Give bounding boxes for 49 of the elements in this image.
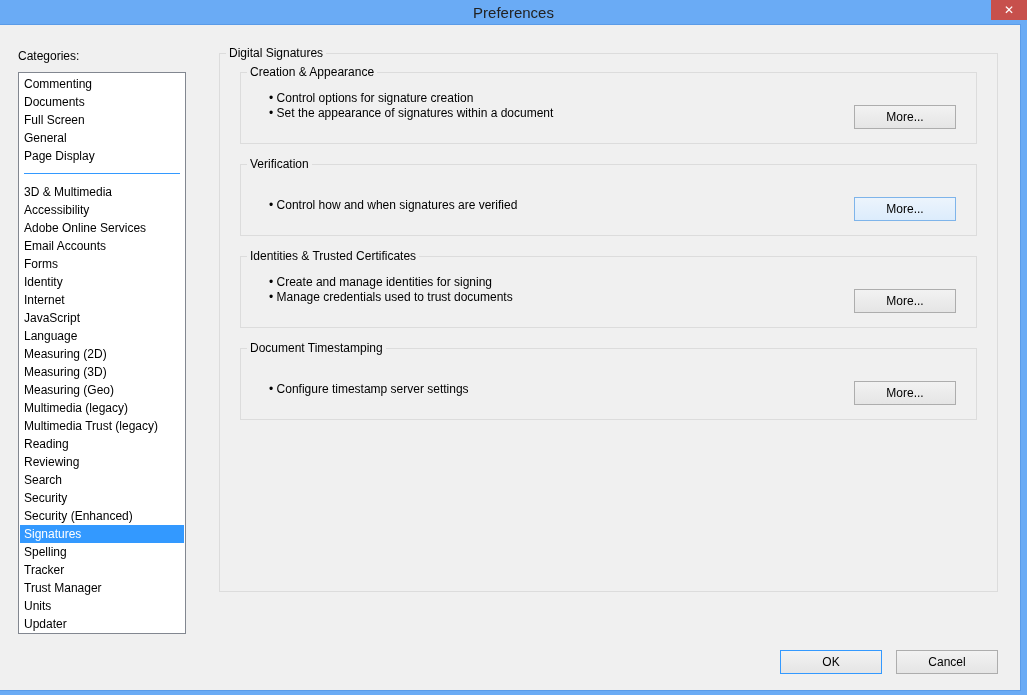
- category-item[interactable]: Trust Manager: [20, 579, 184, 597]
- category-item[interactable]: Reviewing: [20, 453, 184, 471]
- category-item[interactable]: Documents: [20, 93, 184, 111]
- bullet-text: • Configure timestamp server settings: [269, 382, 469, 397]
- category-item[interactable]: Reading: [20, 435, 184, 453]
- category-item[interactable]: Language: [20, 327, 184, 345]
- category-item[interactable]: General: [20, 129, 184, 147]
- window-title: Preferences: [473, 3, 554, 21]
- more-button[interactable]: More...: [854, 105, 956, 129]
- bullet-text: • Control how and when signatures are verified: [269, 198, 518, 213]
- bullet-text: • Manage credentials used to trust documents: [269, 290, 513, 305]
- section-title: Identities & Trusted Certificates: [247, 249, 420, 263]
- category-item[interactable]: Security: [20, 489, 184, 507]
- category-item[interactable]: Measuring (3D): [20, 363, 184, 381]
- section-title: Document Timestamping: [247, 341, 386, 355]
- category-item[interactable]: Multimedia (legacy): [20, 399, 184, 417]
- bullet-text: • Create and manage identities for signing: [269, 275, 493, 290]
- ok-button[interactable]: OK: [780, 650, 882, 674]
- category-item[interactable]: Units: [20, 597, 184, 615]
- category-item[interactable]: 3D & Multimedia: [20, 183, 184, 201]
- category-item[interactable]: Tracker: [20, 561, 184, 579]
- more-button[interactable]: More...: [854, 197, 956, 221]
- category-item[interactable]: Commenting: [20, 75, 184, 93]
- category-item[interactable]: Full Screen: [20, 111, 184, 129]
- categories-label: Categories:: [18, 49, 81, 63]
- more-button[interactable]: More...: [854, 381, 956, 405]
- category-item[interactable]: Forms: [20, 255, 184, 273]
- category-item[interactable]: Internet: [20, 291, 184, 309]
- group-title: Digital Signatures: [226, 46, 327, 60]
- bullet-text: • Control options for signature creation: [269, 91, 475, 106]
- section-title: Creation & Appearance: [247, 65, 378, 79]
- category-item[interactable]: Spelling: [20, 543, 184, 561]
- bullet-text: • Set the appearance of signatures within a document: [269, 106, 554, 121]
- section-title: Verification: [247, 157, 312, 171]
- more-button[interactable]: More...: [854, 289, 956, 313]
- category-item[interactable]: Multimedia Trust (legacy): [20, 417, 184, 435]
- category-item[interactable]: Email Accounts: [20, 237, 184, 255]
- category-item[interactable]: Measuring (2D): [20, 345, 184, 363]
- cancel-button[interactable]: Cancel: [896, 650, 998, 674]
- category-item[interactable]: Adobe Online Services: [20, 219, 184, 237]
- category-item[interactable]: Security (Enhanced): [20, 507, 184, 525]
- category-item[interactable]: Updater: [20, 615, 184, 633]
- category-item[interactable]: Page Display: [20, 147, 184, 165]
- category-item[interactable]: Measuring (Geo): [20, 381, 184, 399]
- category-item[interactable]: Search: [20, 471, 184, 489]
- category-item[interactable]: Accessibility: [20, 201, 184, 219]
- category-item[interactable]: Identity: [20, 273, 184, 291]
- category-item[interactable]: JavaScript: [20, 309, 184, 327]
- close-button[interactable]: ✕: [991, 0, 1027, 20]
